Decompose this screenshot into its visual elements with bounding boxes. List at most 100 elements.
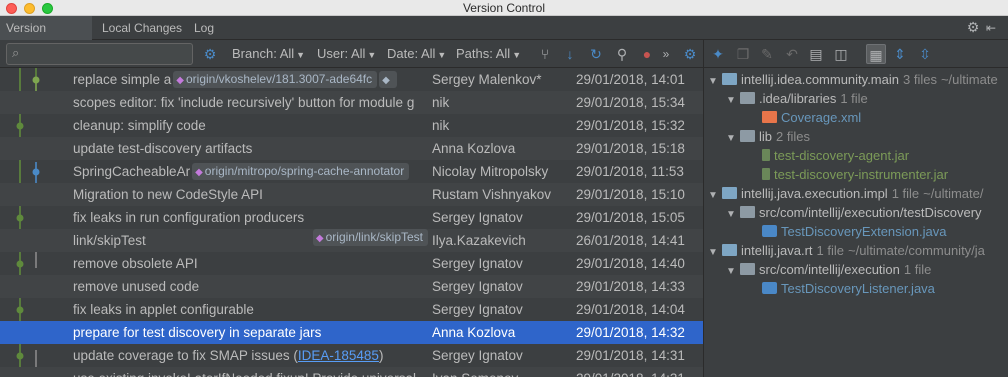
commit-row[interactable]: update coverage to fix SMAP issues (IDEA…: [0, 344, 703, 367]
commit-row[interactable]: update test-discovery artifacts Anna Koz…: [0, 137, 703, 160]
tree-file-node[interactable]: Coverage.xml: [762, 108, 861, 127]
module-path: ~/ultimate/: [923, 186, 984, 201]
paths-filter[interactable]: Paths: All ▼: [456, 43, 521, 65]
log-toolbar: ⌕ ⚙ Branch: All ▼ User: All ▼ Date: All ▼ P…: [0, 40, 703, 68]
module-icon: [722, 187, 737, 199]
tool-window-actions: ⚙ ⇤: [964, 19, 1000, 37]
file-count: 1 file: [840, 91, 868, 106]
module-path: ~/ultimate/community/ja: [848, 243, 985, 258]
tree-file-node[interactable]: TestDiscoveryExtension.java: [762, 222, 946, 241]
preview-icon[interactable]: ◫: [831, 44, 851, 64]
commit-subject: prepare for test discovery in separate j…: [73, 325, 322, 340]
collapse-graph-icon[interactable]: ✦: [708, 44, 728, 64]
tree-module-node[interactable]: ▼ intellij.java.execution.impl 1 file ~/ult…: [708, 184, 984, 203]
copy-icon[interactable]: ❐: [733, 44, 753, 64]
module-path: ~/ultimate: [940, 72, 998, 87]
tree-file-node[interactable]: test-discovery-instrumenter.jar: [762, 165, 948, 184]
commit-log[interactable]: replace simple a ◆ origin/vkoshelev/181.30…: [0, 68, 703, 377]
commit-row[interactable]: cleanup: simplify code nik 29/01/2018, 1…: [0, 114, 703, 137]
go-to-hash-icon[interactable]: ↓: [560, 44, 580, 64]
commit-author: nik: [432, 118, 450, 133]
commit-row[interactable]: Migration to new CodeStyle API Rustam Vi…: [0, 183, 703, 206]
commit-row[interactable]: replace simple a ◆ origin/vkoshelev/181.30…: [0, 68, 703, 91]
tool-window-title: Version Control:: [0, 16, 92, 59]
tab-log[interactable]: Log: [188, 16, 220, 40]
tree-module-node[interactable]: ▼ intellij.idea.community.main 3 files ~/ul…: [708, 70, 998, 89]
tag-label: ◆: [379, 71, 397, 88]
commit-subject: fix leaks in run configuration producers: [73, 210, 305, 225]
tag-icon: ◆: [176, 75, 184, 86]
tree-folder-node[interactable]: ▼ src/com/intellij/execution 1 file: [726, 260, 931, 279]
collapse-all-icon[interactable]: ⇳: [915, 44, 935, 64]
group-by-directory-icon[interactable]: ▦: [866, 44, 886, 64]
window-titlebar: Version Control: [0, 0, 1008, 16]
commit-row-selected[interactable]: prepare for test discovery in separate j…: [0, 321, 703, 344]
search-box[interactable]: ⌕: [6, 43, 193, 65]
chevron-down-icon[interactable]: ▼: [726, 262, 740, 281]
commit-row[interactable]: remove obsolete API Sergey Ignatov 29/01…: [0, 252, 703, 275]
commit-date: 29/01/2018, 15:05: [576, 210, 685, 225]
commit-date: 29/01/2018, 14:01: [576, 72, 685, 87]
issue-link[interactable]: IDEA-185485: [298, 348, 379, 363]
revert-icon[interactable]: ↶: [782, 44, 802, 64]
tree-folder-node[interactable]: ▼ .idea/libraries 1 file: [726, 89, 868, 108]
search-icon: ⌕: [12, 45, 20, 60]
java-icon: [762, 282, 777, 294]
find-icon[interactable]: ⚲: [612, 44, 632, 64]
more-actions-button[interactable]: »: [656, 44, 676, 64]
commit-author: Rustam Vishnyakov: [432, 187, 552, 202]
search-input[interactable]: [29, 46, 189, 62]
show-diff-icon[interactable]: ▤: [806, 44, 826, 64]
changes-toolbar: ✦ ❐ ✎ ↶ ▤ ◫ ▦ ⇕ ⇳: [703, 40, 1008, 68]
file-name: test-discovery-agent.jar: [774, 148, 910, 163]
user-filter[interactable]: User: All ▼: [317, 43, 376, 65]
file-count: 1 file: [816, 243, 844, 258]
chevron-down-icon[interactable]: ▼: [708, 186, 722, 205]
refresh-icon[interactable]: ↻: [586, 44, 606, 64]
commit-author: Sergey Ignatov: [432, 302, 523, 317]
commit-subject: replace simple a ◆ origin/vkoshelev/181.30…: [73, 68, 428, 91]
chevron-down-icon[interactable]: ▼: [726, 129, 740, 148]
commit-author: Anna Kozlova: [432, 325, 516, 340]
tree-file-node[interactable]: test-discovery-agent.jar: [762, 146, 909, 165]
chevron-down-icon[interactable]: ▼: [708, 72, 722, 91]
tree-folder-node[interactable]: ▼ src/com/intellij/execution/testDiscover…: [726, 203, 982, 222]
commit-row[interactable]: link/skipTest ◆ origin/link/skipTest Ilya.…: [0, 229, 703, 252]
commit-row[interactable]: fix leaks in run configuration producers…: [0, 206, 703, 229]
changed-files-tree[interactable]: ▼ intellij.idea.community.main 3 files ~/ul…: [703, 68, 1008, 377]
chevron-down-icon[interactable]: ▼: [726, 91, 740, 110]
module-name: intellij.java.rt: [741, 243, 813, 258]
graph-options-icon[interactable]: ⑂: [535, 44, 555, 64]
branch-filter[interactable]: Branch: All ▼: [232, 43, 305, 65]
commit-date: 29/01/2018, 14:32: [576, 325, 685, 340]
commit-subject: link/skipTest ◆ origin/link/skipTest: [73, 229, 428, 252]
tree-folder-node[interactable]: ▼ lib 2 files: [726, 127, 810, 146]
cherry-pick-icon[interactable]: ●: [637, 44, 657, 64]
commit-row[interactable]: fix leaks in applet configurable Sergey …: [0, 298, 703, 321]
gear-icon[interactable]: ⚙: [200, 44, 220, 64]
branch-label: ◆ origin/link/skipTest: [312, 229, 428, 246]
commit-author: Nicolay Mitropolsky: [432, 164, 549, 179]
settings-gear-icon[interactable]: ⚙: [680, 44, 700, 64]
expand-all-icon[interactable]: ⇕: [890, 44, 910, 64]
commit-author: nik: [432, 95, 450, 110]
commit-date: 29/01/2018, 15:18: [576, 141, 685, 156]
chevron-down-icon[interactable]: ▼: [726, 205, 740, 224]
edit-source-icon[interactable]: ✎: [757, 44, 777, 64]
chevron-down-icon[interactable]: ▼: [708, 243, 722, 262]
commit-row[interactable]: use existing invokeLaterIfNeeded fixup! …: [0, 367, 703, 377]
tab-local-changes[interactable]: Local Changes: [96, 16, 188, 40]
commit-row[interactable]: SpringCacheableAr ◆ origin/mitropo/spring-…: [0, 160, 703, 183]
commit-author: Sergey Ignatov: [432, 256, 523, 271]
chevron-down-icon: ▼: [367, 50, 377, 60]
file-count: 3 files: [903, 72, 937, 87]
date-filter[interactable]: Date: All ▼: [387, 43, 446, 65]
branch-label-text: origin/vkoshelev/181.3007-ade64fc: [186, 72, 373, 86]
tree-file-node[interactable]: TestDiscoveryListener.java: [762, 279, 935, 298]
gear-icon[interactable]: ⚙: [964, 19, 982, 36]
tree-module-node[interactable]: ▼ intellij.java.rt 1 file ~/ultimate/commun…: [708, 241, 985, 260]
hide-icon[interactable]: ⇤: [982, 21, 1000, 35]
commit-author: Sergey Malenkov*: [432, 72, 542, 87]
commit-row[interactable]: remove unused code Sergey Ignatov 29/01/…: [0, 275, 703, 298]
commit-row[interactable]: scopes editor: fix 'include recursively'…: [0, 91, 703, 114]
